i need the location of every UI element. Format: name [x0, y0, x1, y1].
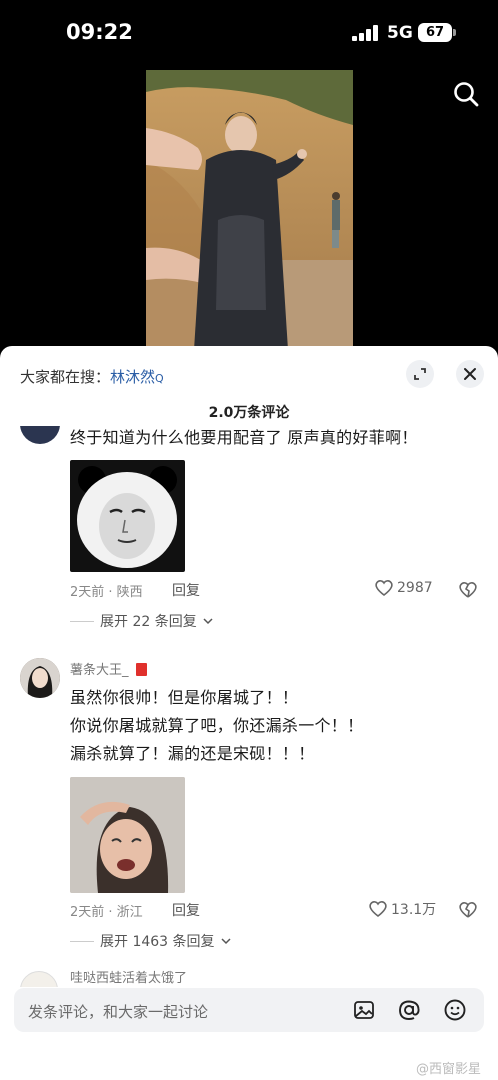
comment-input[interactable]: 发条评论，和大家一起讨论	[14, 988, 484, 1032]
hot-search-keyword[interactable]: 林沐然	[110, 368, 155, 386]
chevron-down-icon	[203, 618, 213, 625]
comment-count-title: 2.0万条评论	[208, 405, 290, 421]
comment-input-placeholder: 发条评论，和大家一起讨论	[28, 1003, 209, 1021]
signal-icon	[352, 25, 378, 41]
video-frame	[146, 70, 353, 350]
broken-heart-icon[interactable]	[458, 900, 478, 920]
comment-avatar[interactable]	[20, 658, 60, 698]
comment-clip-bottom: 哇哒西蛙活着太饿了	[0, 961, 498, 987]
meme-panda-image	[77, 466, 177, 568]
search-icon[interactable]	[452, 80, 480, 108]
chevron-down-icon	[221, 938, 231, 945]
hot-search-prefix: 大家都在搜：	[20, 368, 111, 386]
video-player[interactable]	[146, 70, 353, 350]
emoji-icon[interactable]	[443, 998, 467, 1022]
comment-username[interactable]: 薯条大王_	[70, 659, 147, 678]
comment-sticker[interactable]	[70, 777, 185, 893]
expand-button[interactable]	[406, 360, 434, 388]
watermark: @西窗影星	[416, 1062, 482, 1077]
comment-sheet: 大家都在搜：林沐然Q 2.0万条评论 终于知道为什么他要用配音了 原声真的好菲啊…	[0, 346, 498, 1080]
battery-level: 67	[418, 23, 452, 42]
heart-icon	[369, 901, 387, 918]
comment-sticker[interactable]	[70, 460, 185, 572]
comment-meta: 2天前 · 陕西	[70, 585, 143, 600]
reply-button[interactable]: 回复	[172, 900, 200, 920]
comment-text: 终于知道为什么他要用配音了 原声真的好菲啊！	[70, 428, 418, 447]
reply-button[interactable]: 回复	[172, 580, 200, 600]
comment-meta: 2天前 · 浙江	[70, 905, 143, 920]
comment-username[interactable]: 哇哒西蛙活着太饿了	[70, 967, 187, 986]
expand-replies-label: 展开 1463 条回复	[100, 934, 215, 950]
hot-search-bar[interactable]: 大家都在搜：林沐然Q	[20, 366, 164, 387]
expand-replies-label: 展开 22 条回复	[100, 614, 197, 630]
like-button[interactable]: 13.1万	[368, 899, 436, 919]
network-label: 5G	[387, 23, 413, 43]
like-button[interactable]: 2987	[374, 579, 433, 597]
like-count: 2987	[397, 580, 433, 596]
hot-search-mark: Q	[155, 372, 164, 385]
comment-avatar[interactable]	[20, 426, 60, 444]
close-icon	[464, 368, 476, 380]
close-button[interactable]	[456, 360, 484, 388]
comment-list: 终于知道为什么他要用配音了 原声真的好菲啊！ 2天前 · 陕西 回复 2987	[0, 426, 498, 961]
battery-tip	[453, 29, 456, 36]
meme-crying-image	[70, 777, 185, 893]
red-envelope-badge	[135, 663, 147, 676]
expand-line	[70, 620, 94, 622]
status-time: 09:22	[66, 20, 133, 44]
like-count: 13.1万	[391, 902, 437, 918]
at-icon[interactable]	[397, 998, 421, 1022]
avatar-image	[20, 658, 60, 698]
comment-line-1: 虽然你很帅！但是你屠城了！！	[70, 688, 299, 707]
image-icon[interactable]	[352, 998, 376, 1022]
comment-avatar[interactable]	[20, 971, 58, 987]
heart-icon	[375, 580, 393, 597]
comment-line-2: 你说你屠城就算了吧，你还漏杀一个！！	[70, 716, 364, 735]
expand-line	[70, 940, 94, 942]
status-bar: 09:22 5G 67	[0, 0, 498, 70]
broken-heart-icon[interactable]	[458, 580, 478, 600]
comment-username-text: 薯条大王_	[70, 663, 129, 678]
expand-replies[interactable]: 展开 1463 条回复	[70, 931, 231, 951]
expand-icon	[414, 368, 426, 380]
expand-replies[interactable]: 展开 22 条回复	[70, 611, 213, 631]
comment-line-3: 漏杀就算了！漏的还是宋砚！！！	[70, 744, 315, 763]
